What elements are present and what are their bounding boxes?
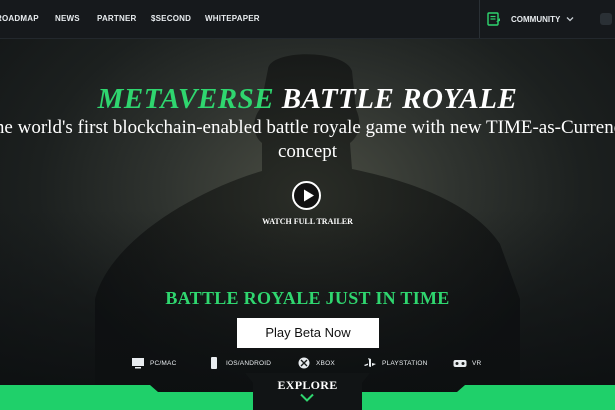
nav-partner-link[interactable]: PARTNER [97, 14, 136, 23]
platform-ios-android: IOS/ANDROID [207, 356, 271, 370]
nav-second-link[interactable]: $SECOND [151, 14, 191, 23]
platform-label: XBOX [316, 359, 335, 367]
top-navigation: ROADMAP NEWS PARTNER $SECOND WHITEPAPER … [0, 0, 615, 39]
platform-label: PLAYSTATION [382, 359, 428, 367]
play-beta-button[interactable]: Play Beta Now [237, 318, 379, 348]
platform-pc-mac: PC/MAC [131, 356, 176, 370]
nav-news-link[interactable]: NEWS [55, 14, 80, 23]
hero-subtitle-line2: concept [277, 141, 338, 162]
platform-playstation: PLAYSTATION [363, 356, 428, 370]
platform-vr: VR [453, 356, 481, 370]
xbox-icon [298, 357, 310, 369]
hero-section: METAVERSE BATTLE ROYALE The world's firs… [0, 39, 615, 410]
menu-icon[interactable] [600, 13, 612, 25]
platform-label: IOS/ANDROID [226, 359, 272, 367]
nav-whitepaper-link[interactable]: WHITEPAPER [205, 14, 260, 23]
playstation-icon [364, 358, 376, 367]
nav-divider [479, 0, 480, 38]
platform-xbox: XBOX [297, 356, 335, 370]
play-trailer-button[interactable] [292, 181, 321, 210]
community-label: COMMUNITY [511, 14, 561, 24]
watch-trailer-link[interactable]: WATCH FULL TRAILER [0, 217, 615, 226]
hero-title-accent: METAVERSE [97, 83, 275, 115]
community-dropdown[interactable]: COMMUNITY [487, 8, 583, 30]
hero-subtitle: The world's first blockchain-enabled bat… [0, 116, 615, 164]
hero-tagline: BATTLE ROYALE JUST IN TIME [165, 288, 450, 308]
explore-link[interactable]: EXPLORE [0, 378, 615, 393]
hero-subtitle-line1: The world's first blockchain-enabled bat… [0, 117, 615, 138]
hero-title-main: BATTLE ROYALE [281, 83, 518, 115]
phone-icon [211, 357, 217, 369]
nav-roadmap-link[interactable]: ROADMAP [0, 14, 39, 23]
document-icon [487, 12, 500, 26]
platform-label: PC/MAC [150, 359, 177, 367]
chevron-down-icon[interactable] [300, 393, 314, 403]
chevron-down-icon [566, 17, 574, 22]
vr-headset-icon [453, 360, 467, 367]
play-icon [304, 189, 314, 202]
platform-label: VR [472, 359, 482, 367]
hero-title: METAVERSE BATTLE ROYALE [0, 83, 615, 116]
monitor-icon [132, 358, 144, 369]
platform-list: PC/MAC IOS/ANDROID XBOX PLAYSTATION VR [0, 356, 615, 370]
